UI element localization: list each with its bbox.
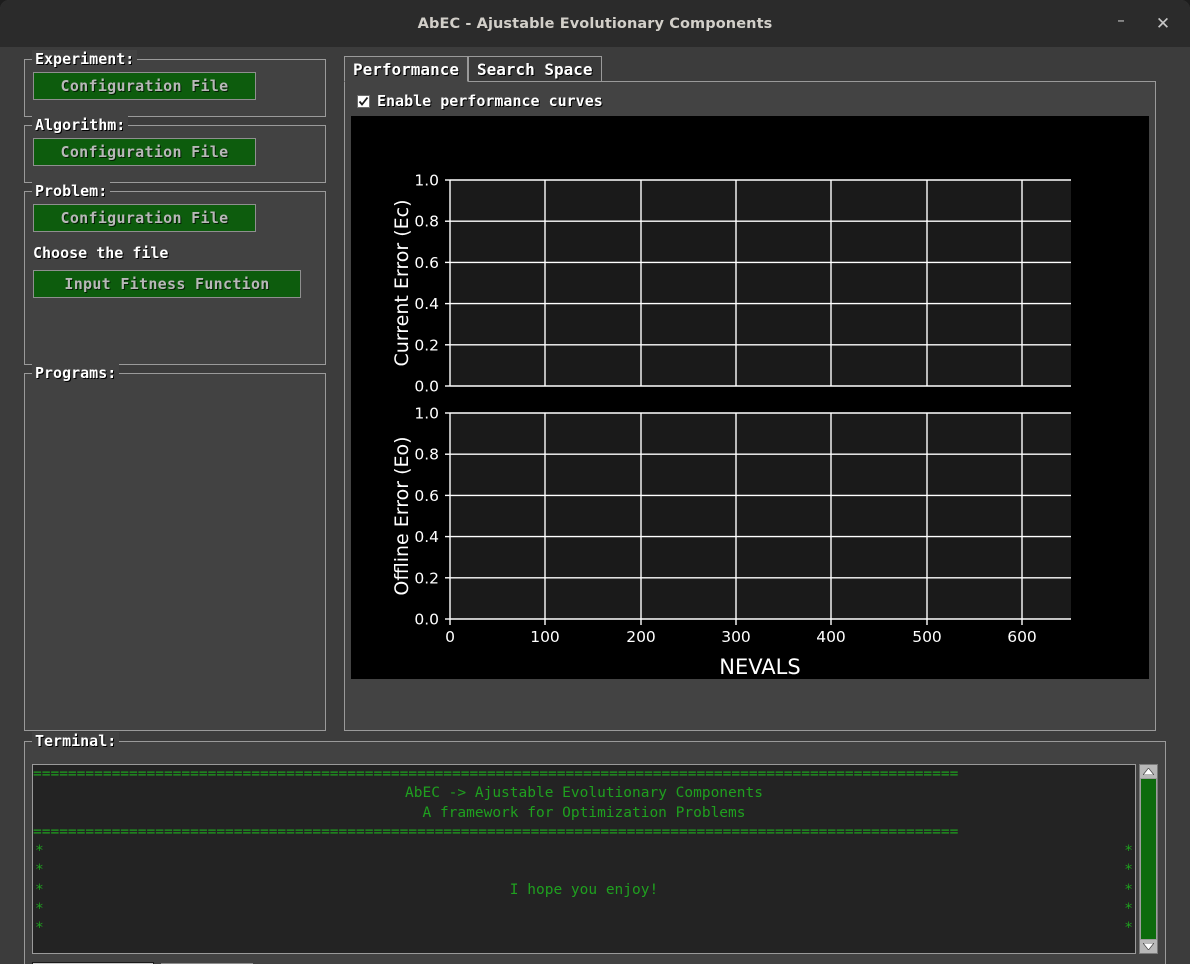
choose-the-file-label: Choose the file [33, 244, 169, 262]
algorithm-panel-title: Algorithm: [32, 116, 129, 134]
tab-strip: Performance Search Space [344, 56, 1156, 82]
terminal-output[interactable]: ========================================… [32, 764, 1136, 954]
xtick-300: 300 [721, 628, 751, 646]
terminal-star-block: * * * * * I hope you enjoy! * * * * * [33, 842, 1135, 938]
ec-ytick-0.2: 0.2 [414, 336, 439, 354]
performance-charts-svg: 1.0 0.8 0.6 0.4 0.2 0.0 Current Error (E… [351, 116, 1149, 679]
tab-search-space[interactable]: Search Space [467, 56, 602, 81]
minimize-icon[interactable]: – [1108, 11, 1134, 37]
terminal-star-right: * [1124, 901, 1133, 918]
algorithm-configuration-file-button[interactable]: Configuration File [33, 138, 256, 166]
window-title: AbEC - Ajustable Evolutionary Components [417, 15, 773, 32]
app-window: AbEC - Ajustable Evolutionary Components… [0, 0, 1190, 964]
xtick-100: 100 [530, 628, 560, 646]
terminal-message: I hope you enjoy! [509, 881, 659, 898]
enable-performance-curves-checkbox[interactable] [357, 94, 370, 108]
enable-performance-curves-label: Enable performance curves [377, 92, 603, 110]
terminal-star-row: * * [33, 842, 1135, 861]
terminal-star-left: * [35, 843, 44, 860]
ec-ytick-0.8: 0.8 [414, 213, 439, 231]
terminal-star-row: * * [33, 919, 1135, 938]
input-fitness-function-button[interactable]: Input Fitness Function [33, 270, 301, 298]
window-body: Experiment: Configuration File Algorithm… [0, 47, 1190, 964]
problem-configuration-file-button[interactable]: Configuration File [33, 204, 256, 232]
eo-ytick-0.4: 0.4 [414, 528, 439, 546]
problem-panel: Problem: Configuration File Choose the f… [24, 182, 326, 365]
ec-ytick-1.0: 1.0 [414, 172, 439, 190]
eo-ytick-0.6: 0.6 [414, 487, 439, 505]
xtick-600: 600 [1007, 628, 1037, 646]
experiment-configuration-file-button[interactable]: Configuration File [33, 72, 256, 100]
tab-pane-performance: Enable performance curves 1.0 0.8 0.6 0.… [344, 82, 1156, 731]
terminal-star-left: * [35, 901, 44, 918]
notebook: Performance Search Space Enable performa… [344, 56, 1156, 731]
terminal-star-right: * [1124, 881, 1133, 898]
terminal-star-left: * [35, 920, 44, 937]
xtick-500: 500 [912, 628, 942, 646]
eo-ytick-0.8: 0.8 [414, 446, 439, 464]
eo-ytick-1.0: 1.0 [414, 405, 439, 423]
ec-ytick-0.0: 0.0 [414, 378, 439, 396]
xtick-200: 200 [626, 628, 656, 646]
terminal-heading-1: AbEC -> Ajustable Evolutionary Component… [405, 785, 763, 802]
terminal-star-right: * [1124, 862, 1133, 879]
terminal-heading-2: A framework for Optimization Problems [422, 804, 746, 821]
triangle-up-icon[interactable] [1140, 765, 1157, 778]
triangle-down-icon[interactable] [1140, 940, 1157, 953]
enable-performance-curves-row[interactable]: Enable performance curves [357, 92, 603, 110]
nevals-xlabel: NEVALS [719, 655, 800, 679]
experiment-panel-title: Experiment: [32, 50, 138, 68]
terminal-panel-title: Terminal: [32, 732, 120, 750]
performance-plot-canvas: 1.0 0.8 0.6 0.4 0.2 0.0 Current Error (E… [351, 116, 1149, 679]
xtick-0: 0 [445, 628, 455, 646]
terminal-star-right: * [1124, 920, 1133, 937]
terminal-star-row: * * [33, 861, 1135, 880]
title-bar: AbEC - Ajustable Evolutionary Components… [0, 0, 1190, 47]
terminal-star-right: * [1124, 843, 1133, 860]
terminal-separator-top: ========================================… [33, 766, 959, 782]
terminal-star-left: * [35, 881, 44, 898]
terminal-panel: Terminal: ==============================… [24, 732, 1166, 964]
tab-performance[interactable]: Performance [344, 56, 468, 82]
terminal-scrollbar-thumb[interactable] [1141, 779, 1156, 939]
ec-ylabel: Current Error (Ec) [391, 199, 413, 366]
ec-ytick-0.4: 0.4 [414, 295, 439, 313]
window-controls: – ✕ [1108, 0, 1176, 47]
terminal-star-left: * [35, 862, 44, 879]
problem-panel-title: Problem: [32, 182, 111, 200]
eo-ytick-0.2: 0.2 [414, 569, 439, 587]
eo-ylabel: Offline Error (Eo) [391, 436, 413, 595]
ec-ytick-0.6: 0.6 [414, 254, 439, 272]
programs-panel-title: Programs: [32, 364, 120, 382]
eo-ytick-0.0: 0.0 [414, 611, 439, 629]
programs-panel: Programs: [24, 364, 326, 731]
checkmark-icon [358, 96, 369, 106]
terminal-scrollbar[interactable] [1139, 764, 1158, 954]
algorithm-panel: Algorithm: Configuration File [24, 116, 326, 183]
terminal-star-row: * I hope you enjoy! * [33, 881, 1135, 900]
terminal-separator-mid: ========================================… [33, 823, 959, 840]
terminal-star-row: * * [33, 900, 1135, 919]
chart-current-error: 1.0 0.8 0.6 0.4 0.2 0.0 Current Error (E… [391, 172, 1071, 396]
xtick-400: 400 [816, 628, 846, 646]
experiment-panel: Experiment: Configuration File [24, 50, 326, 117]
close-icon[interactable]: ✕ [1150, 11, 1176, 37]
